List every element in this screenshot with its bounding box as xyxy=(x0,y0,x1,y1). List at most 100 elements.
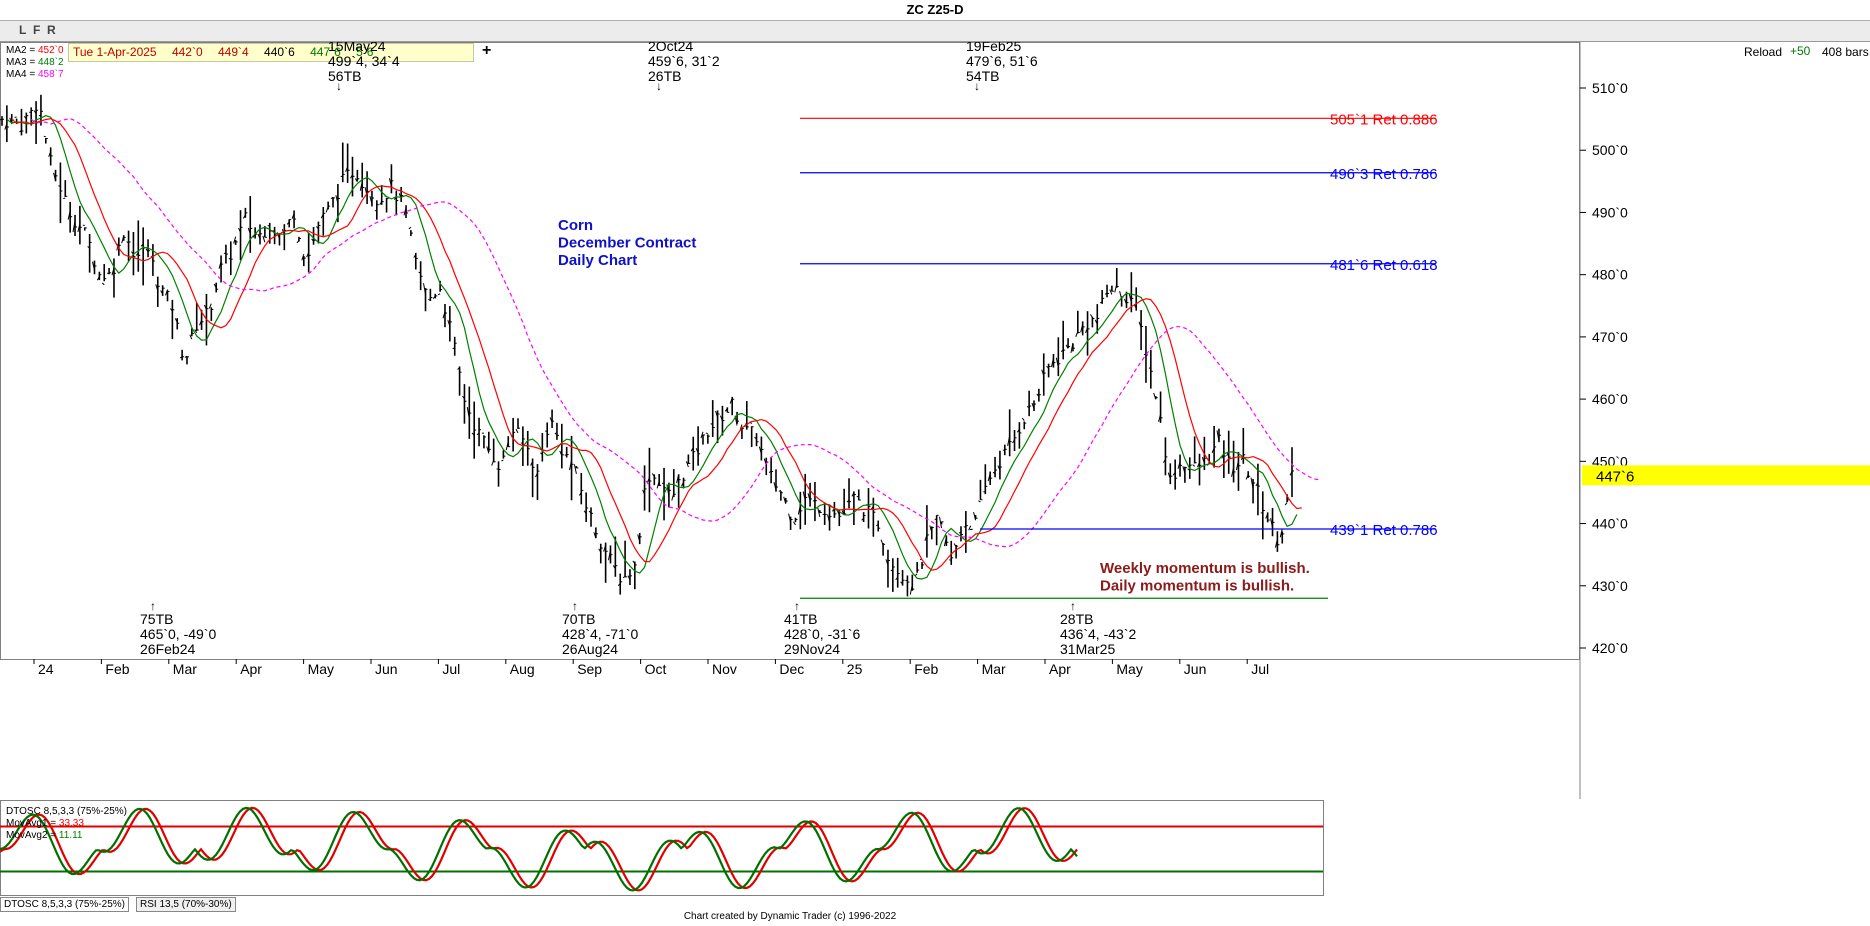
pivot-label: 75TB xyxy=(140,611,173,627)
x-tick-label: Aug xyxy=(510,661,535,677)
x-tick-label: May xyxy=(308,661,334,677)
price-bar-open xyxy=(905,579,908,582)
price-bar-open xyxy=(1002,449,1005,452)
momentum-note: Weekly momentum is bullish. xyxy=(1100,560,1310,577)
pivot-label: 26Aug24 xyxy=(562,641,618,657)
price-bar-open xyxy=(958,531,962,534)
x-tick-label: Jun xyxy=(375,661,398,677)
x-tick-label: Feb xyxy=(105,661,129,677)
pivot-label: 459`6, 31`2 xyxy=(648,53,720,69)
x-tick-label: 25 xyxy=(847,661,863,677)
x-tick-label: Mar xyxy=(173,661,197,677)
pivot-label: 28TB xyxy=(1060,611,1093,627)
pivot-label: 465`0, -49`0 xyxy=(140,626,216,642)
price-chart[interactable]: 510`0500`0490`0480`0470`0460`0450`0440`0… xyxy=(0,42,1870,800)
oscillator-panel[interactable] xyxy=(0,800,1580,896)
price-bar-open xyxy=(515,428,519,434)
tab-dtosc[interactable]: DTOSC 8,5,3,3 (75%-25%) xyxy=(0,897,129,912)
y-tick-label: 490`0 xyxy=(1592,204,1628,220)
price-bar-open xyxy=(1260,512,1263,514)
price-bar-open xyxy=(1114,283,1118,293)
osc-mov1-label: MovAvg1 = xyxy=(6,818,59,829)
x-tick-label: Feb xyxy=(914,661,938,677)
pivot-label: 54TB xyxy=(966,68,999,84)
tab-rsi[interactable]: RSI 13,5 (70%-30%) xyxy=(136,897,236,912)
price-bar-open xyxy=(880,539,884,546)
ma4-line xyxy=(30,117,1322,548)
pivot-label: 499`4, 34`4 xyxy=(328,53,400,69)
plot-frame xyxy=(0,42,1580,660)
retracement-label: 505`1 Ret 0.886 xyxy=(1330,111,1438,128)
x-tick-label: 24 xyxy=(38,661,54,677)
pivot-label: 436`4, -43`2 xyxy=(1060,626,1136,642)
pivot-label: 41TB xyxy=(784,611,817,627)
price-bar-open xyxy=(949,559,952,561)
price-bar-open xyxy=(437,293,441,296)
osc-mov2-label: MovAvg2 = xyxy=(6,830,59,841)
pivot-label: 428`4, -71`0 xyxy=(562,626,638,642)
chart-subtitle-line: Daily Chart xyxy=(558,252,637,269)
indicator-tabs: DTOSC 8,5,3,3 (75%-25%) RSI 13,5 (70%-30… xyxy=(0,897,1580,912)
f-button[interactable]: F xyxy=(33,23,40,37)
price-bar-open xyxy=(296,240,300,244)
pivot-label: 70TB xyxy=(562,611,595,627)
x-tick-label: Sep xyxy=(577,661,602,677)
x-tick-label: Mar xyxy=(982,661,1006,677)
line-button[interactable]: L xyxy=(19,23,26,37)
x-tick-label: Oct xyxy=(645,661,667,677)
price-bar-open xyxy=(491,460,495,466)
r-button[interactable]: R xyxy=(47,23,56,37)
price-bar-open xyxy=(793,521,796,526)
y-tick-label: 510`0 xyxy=(1592,80,1628,96)
x-tick-label: Jul xyxy=(1251,661,1269,677)
price-bar-open xyxy=(101,282,105,286)
chart-subtitle-line: Corn xyxy=(558,217,593,234)
x-tick-label: Jul xyxy=(442,661,460,677)
chart-title: ZC Z25-D xyxy=(906,2,964,17)
pivot-arrow: ↓ xyxy=(336,79,342,93)
retracement-label: 481`6 Ret 0.618 xyxy=(1330,257,1438,274)
pivot-label: 428`0, -31`6 xyxy=(784,626,860,642)
x-tick-label: Apr xyxy=(1049,661,1071,677)
chart-subtitle-line: December Contract xyxy=(558,235,696,252)
y-tick-label: 430`0 xyxy=(1592,578,1628,594)
x-tick-label: Jun xyxy=(1184,661,1207,677)
price-bar-open xyxy=(1075,331,1079,338)
price-bar-open xyxy=(705,432,709,435)
pivot-arrow: ↓ xyxy=(656,79,662,93)
pivot-label: 26Feb24 xyxy=(140,641,195,657)
osc-mov1: MovAvg1 = 33.33 xyxy=(6,818,84,829)
x-tick-label: Dec xyxy=(779,661,804,677)
current-price-label: 447`6 xyxy=(1596,468,1634,485)
y-tick-label: 470`0 xyxy=(1592,329,1628,345)
x-tick-label: Nov xyxy=(712,661,737,677)
price-bars xyxy=(0,94,1294,597)
price-bar-open xyxy=(452,347,455,350)
y-tick-label: 500`0 xyxy=(1592,142,1628,158)
price-bar-open xyxy=(573,464,577,474)
x-tick-label: May xyxy=(1116,661,1142,677)
price-bar-open xyxy=(501,459,504,462)
toolbar: L F R Tue 1-Apr-2025 442`0 449`4 440`6 4… xyxy=(0,21,1870,62)
pivot-label: 31Mar25 xyxy=(1060,641,1115,657)
footer-credit: Chart created by Dynamic Trader (c) 1996… xyxy=(683,911,897,922)
osc-mov2: MovAvg2 = 11.11 xyxy=(6,830,82,841)
retracement-label: 496`3 Ret 0.786 xyxy=(1330,166,1438,183)
y-tick-label: 420`0 xyxy=(1592,640,1628,656)
price-bar-open xyxy=(856,495,859,498)
pivot-label: 479`6, 51`6 xyxy=(966,53,1038,69)
price-bar-open xyxy=(408,226,412,230)
osc-mov1-value: 33.33 xyxy=(58,818,84,829)
price-bar-open xyxy=(914,573,918,576)
y-tick-label: 480`0 xyxy=(1592,267,1628,283)
price-bar-open xyxy=(1104,292,1108,295)
y-tick-label: 460`0 xyxy=(1592,391,1628,407)
pivot-arrow: ↓ xyxy=(974,79,980,93)
price-bar-open xyxy=(1021,417,1025,421)
momentum-note: Daily momentum is bullish. xyxy=(1100,578,1294,595)
pivot-label: 56TB xyxy=(328,68,361,84)
osc-mov2-value: 11.11 xyxy=(58,830,83,841)
title-bar: ZC Z25-D xyxy=(0,0,1870,21)
ma3-line xyxy=(6,115,1298,580)
price-bar-open xyxy=(325,206,329,213)
